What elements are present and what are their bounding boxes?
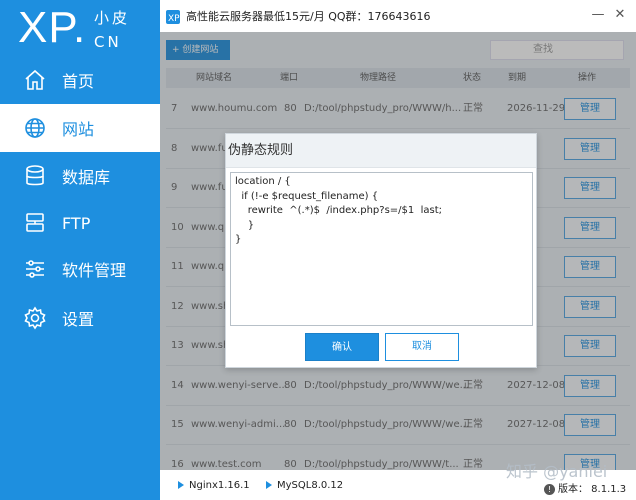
minimize-button[interactable]: — [590, 8, 606, 24]
confirm-button[interactable]: 确认 [305, 333, 379, 361]
logo-cn-bottom: CN [94, 33, 122, 51]
sidebar-item-label: FTP [62, 213, 91, 233]
window-title: 高性能云服务器最低15元/月 QQ群：176643616 [186, 10, 431, 23]
dialog-title: 伪静态规则 [226, 134, 536, 168]
sliders-icon [20, 254, 50, 284]
rewrite-rule-textarea[interactable]: location / { if (!-e $request_filename) … [230, 172, 533, 326]
nginx-status[interactable]: Nginx1.16.1 [178, 480, 250, 491]
svg-text:XP: XP [168, 14, 180, 24]
server-icon [20, 208, 50, 238]
watermark: 知乎 @yanlei [506, 462, 608, 481]
app-icon: XP [166, 9, 180, 24]
sidebar-item-ftp[interactable]: FTP [0, 199, 160, 247]
globe-icon [20, 113, 50, 143]
cancel-button[interactable]: 取消 [385, 333, 459, 361]
logo-cn-top: 小皮 [94, 9, 131, 27]
sidebar-item-label: 设置 [62, 310, 95, 329]
sidebar-item-label: 首页 [62, 72, 95, 91]
home-icon [20, 65, 50, 95]
nginx-version: Nginx1.16.1 [189, 480, 250, 491]
sidebar: XP. 小皮 CN 首页 网站 数据库 FTP 软件管理 设置 [0, 0, 160, 500]
logo: XP. 小皮 CN [0, 0, 160, 58]
logo-cn-text: 小皮 CN [94, 6, 130, 54]
sidebar-item-database[interactable]: 数据库 [0, 152, 160, 200]
status-bar: Nginx1.16.1 MySQL8.0.12 知乎 @yanlei ! 版本： … [160, 462, 636, 500]
version-text: 版本： 8.1.1.3 [558, 484, 627, 495]
title-bar: XP 高性能云服务器最低15元/月 QQ群：176643616 — ✕ [160, 0, 636, 32]
sidebar-item-label: 数据库 [62, 168, 111, 187]
sidebar-item-home[interactable]: 首页 [0, 56, 160, 104]
sidebar-item-website[interactable]: 网站 [0, 104, 160, 152]
sidebar-item-software[interactable]: 软件管理 [0, 245, 160, 293]
play-icon [178, 481, 184, 489]
database-icon [20, 161, 50, 191]
version-info: ! 版本： 8.1.1.3 [544, 480, 626, 495]
sidebar-item-label: 网站 [62, 120, 95, 139]
info-icon: ! [544, 484, 555, 495]
rewrite-rules-dialog: 伪静态规则 location / { if (!-e $request_file… [225, 133, 537, 368]
play-icon [266, 481, 272, 489]
mysql-version: MySQL8.0.12 [277, 480, 344, 491]
sidebar-item-label: 软件管理 [62, 261, 127, 280]
close-button[interactable]: ✕ [612, 8, 628, 24]
mysql-status[interactable]: MySQL8.0.12 [266, 480, 343, 491]
logo-main-text: XP. [18, 3, 87, 52]
gear-icon [20, 303, 50, 333]
sidebar-item-settings[interactable]: 设置 [0, 294, 160, 342]
